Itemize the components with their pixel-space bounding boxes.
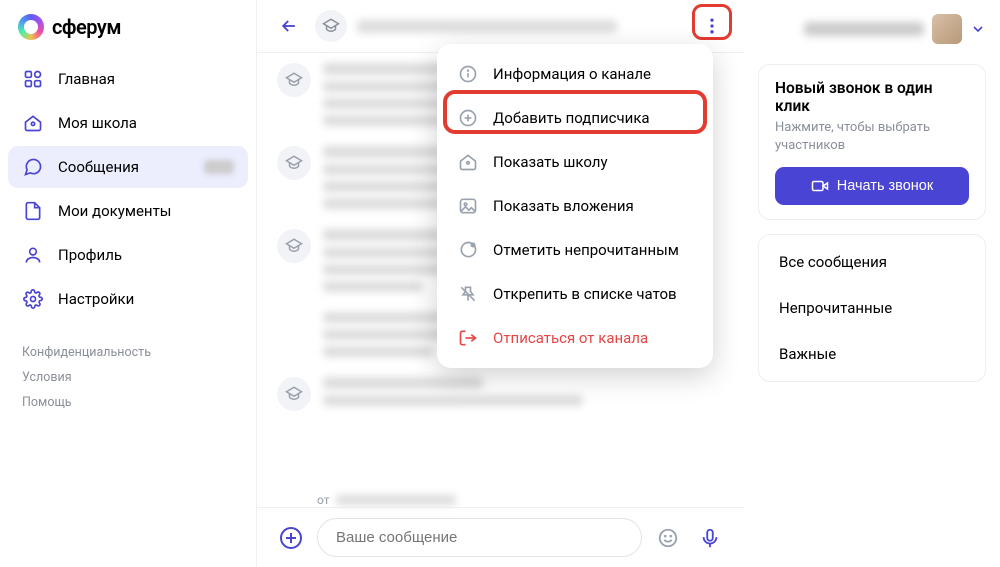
unread-icon — [457, 239, 479, 261]
message-avatar-icon — [277, 377, 311, 411]
call-card-title: Новый звонок в один клик — [775, 79, 969, 115]
call-button-label: Начать звонок — [837, 178, 933, 194]
logout-icon — [457, 327, 479, 349]
message-input[interactable] — [317, 518, 642, 557]
info-icon — [457, 63, 479, 85]
logo-row: сферум — [8, 14, 248, 58]
sidebar-item-settings[interactable]: Настройки — [8, 278, 248, 320]
menu-unpin[interactable]: Открепить в списке чатов — [437, 272, 713, 316]
menu-show-school[interactable]: Показать школу — [437, 140, 713, 184]
message-avatar-icon — [277, 229, 311, 263]
channel-avatar[interactable] — [315, 10, 347, 42]
sidebar-nav: Главная Моя школа Сообщения Мои докуме — [8, 58, 248, 320]
sidebar-item-school[interactable]: Моя школа — [8, 102, 248, 144]
new-call-card: Новый звонок в один клик Нажмите, чтобы … — [758, 64, 986, 220]
brand-name: сферум — [52, 15, 121, 39]
composer — [257, 507, 744, 567]
menu-label: Добавить подписчика — [493, 109, 650, 127]
grid-icon — [22, 68, 44, 90]
menu-label: Информация о канале — [493, 65, 651, 83]
sidebar-item-label: Главная — [58, 70, 115, 88]
sidebar-item-label: Сообщения — [58, 158, 139, 176]
document-icon — [22, 200, 44, 222]
more-options-button[interactable] — [696, 10, 728, 42]
call-card-subtitle: Нажмите, чтобы выбрать участников — [775, 119, 969, 155]
menu-add-subscriber[interactable]: Добавить подписчика — [437, 96, 713, 140]
school-icon — [457, 151, 479, 173]
logo-icon — [18, 14, 44, 40]
menu-label: Показать школу — [493, 153, 608, 171]
sidebar-item-label: Профиль — [58, 246, 122, 264]
unread-badge — [204, 160, 234, 174]
sidebar: сферум Главная Моя школа Сообщения — [0, 0, 256, 567]
from-label: от — [317, 493, 330, 507]
chat-panel: Информация о канале Добавить подписчика … — [256, 0, 744, 567]
footer-terms[interactable]: Условия — [22, 370, 72, 385]
back-button[interactable] — [273, 10, 305, 42]
sidebar-item-documents[interactable]: Мои документы — [8, 190, 248, 232]
menu-show-attachments[interactable]: Показать вложения — [437, 184, 713, 228]
menu-channel-info[interactable]: Информация о канале — [437, 52, 713, 96]
filter-important[interactable]: Важные — [775, 331, 969, 377]
menu-label: Отметить непрочитанным — [493, 241, 679, 259]
sidebar-item-label: Моя школа — [58, 114, 137, 132]
menu-mark-unread[interactable]: Отметить непрочитанным — [437, 228, 713, 272]
message-avatar-icon — [277, 146, 311, 180]
sidebar-item-main[interactable]: Главная — [8, 58, 248, 100]
footer-privacy[interactable]: Конфиденциальность — [22, 345, 151, 360]
filter-unread[interactable]: Непрочитанные — [775, 285, 969, 331]
sidebar-item-messages[interactable]: Сообщения — [8, 146, 248, 188]
chat-title-redacted — [357, 20, 617, 33]
menu-label: Открепить в списке чатов — [493, 285, 677, 303]
sidebar-item-label: Мои документы — [58, 202, 171, 220]
footer-help[interactable]: Помощь — [22, 395, 72, 410]
reply-indicator: от — [257, 489, 744, 507]
user-icon — [22, 244, 44, 266]
image-icon — [457, 195, 479, 217]
plus-circle-icon — [457, 107, 479, 129]
filter-all[interactable]: Все сообщения — [775, 239, 969, 285]
start-call-button[interactable]: Начать звонок — [775, 167, 969, 205]
message — [277, 377, 724, 411]
chevron-down-icon — [970, 21, 986, 37]
message-avatar-icon — [277, 63, 311, 97]
voice-button[interactable] — [694, 522, 726, 554]
sidebar-item-label: Настройки — [58, 290, 134, 308]
right-panel: Новый звонок в один клик Нажмите, чтобы … — [744, 0, 1000, 567]
avatar — [932, 14, 962, 44]
menu-label: Отписаться от канала — [493, 329, 648, 347]
video-icon — [811, 177, 829, 195]
message-filters: Все сообщения Непрочитанные Важные — [758, 234, 986, 382]
channel-options-menu: Информация о канале Добавить подписчика … — [437, 44, 713, 368]
menu-label: Показать вложения — [493, 197, 634, 215]
username-redacted — [804, 22, 924, 36]
footer-links: Конфиденциальность Условия Помощь — [8, 340, 248, 415]
school-icon — [22, 112, 44, 134]
chat-icon — [22, 156, 44, 178]
sidebar-item-profile[interactable]: Профиль — [8, 234, 248, 276]
gear-icon — [22, 288, 44, 310]
current-user[interactable] — [758, 14, 986, 50]
emoji-button[interactable] — [652, 522, 684, 554]
attach-button[interactable] — [275, 522, 307, 554]
unpin-icon — [457, 283, 479, 305]
menu-unsubscribe[interactable]: Отписаться от канала — [437, 316, 713, 360]
